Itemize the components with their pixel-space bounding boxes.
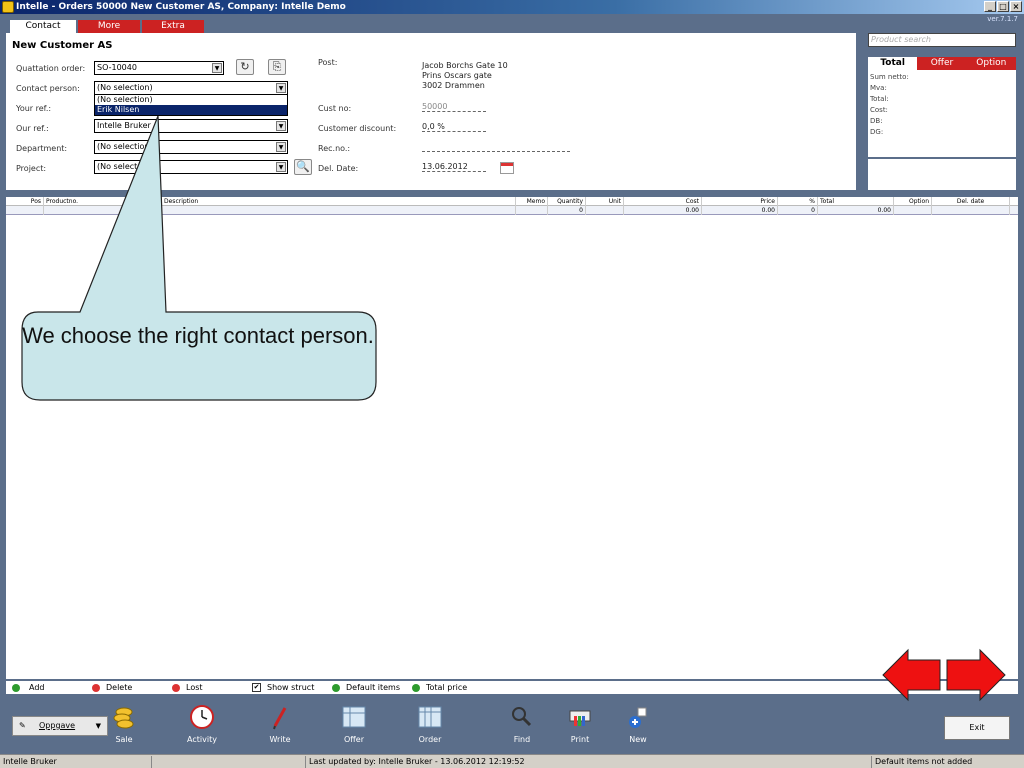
arrow-right-icon[interactable] bbox=[946, 648, 1006, 702]
arrow-left-icon[interactable] bbox=[882, 648, 941, 702]
contact-option-erik-nilsen[interactable]: Erik Nilsen bbox=[95, 105, 287, 115]
contact-option-none[interactable]: (No selection) bbox=[95, 95, 287, 105]
contact-person-dropdown-list: (No selection) Erik Nilsen bbox=[94, 94, 288, 116]
